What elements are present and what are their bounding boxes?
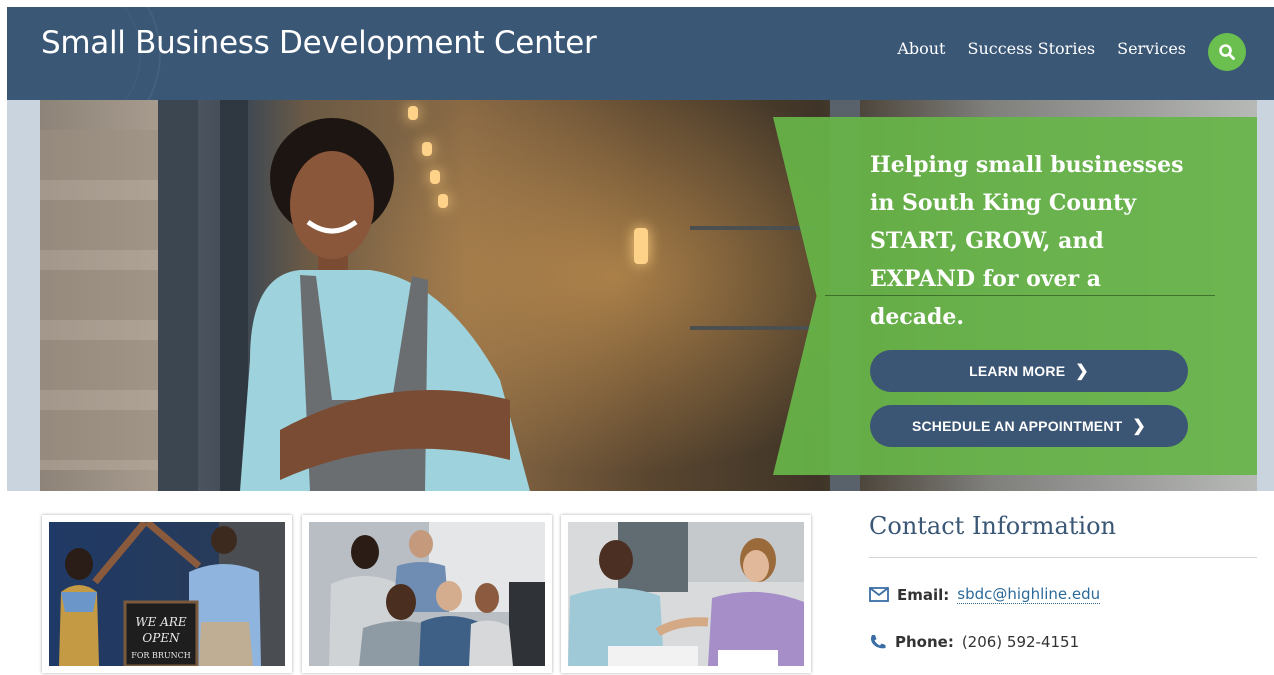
- hero-tagline: Helping small businesses in South King C…: [870, 152, 1184, 330]
- phone-value[interactable]: (206) 592-4151: [962, 633, 1079, 651]
- nav-services[interactable]: Services: [1117, 39, 1186, 58]
- contact-title: Contact Information: [869, 512, 1116, 540]
- main-nav: About Success Stories Services: [897, 39, 1186, 58]
- nav-about[interactable]: About: [897, 39, 945, 58]
- learn-more-button[interactable]: LEARN MORE ❯: [870, 350, 1188, 392]
- search-icon: [1219, 44, 1235, 60]
- chevron-right-icon: ❯: [1075, 363, 1089, 380]
- contact-email-row: Email: sbdc@highline.edu: [869, 585, 1101, 604]
- chevron-right-icon: ❯: [1132, 418, 1147, 435]
- hero-section: Helping small businesses in South King C…: [7, 100, 1274, 491]
- schedule-appointment-button[interactable]: SCHEDULE AN APPOINTMENT ❯: [870, 405, 1188, 447]
- phone-icon: [870, 635, 886, 649]
- site-header: Small Business Development Center About …: [7, 7, 1274, 100]
- photo-card-open-sign[interactable]: WE ARE OPEN FOR BRUNCH: [42, 515, 292, 673]
- envelope-icon: [869, 587, 889, 602]
- schedule-appointment-label: SCHEDULE AN APPOINTMENT: [911, 418, 1123, 434]
- site-title[interactable]: Small Business Development Center: [41, 25, 597, 61]
- photo-card-handshake[interactable]: [561, 515, 811, 673]
- svg-text:FOR BRUNCH: FOR BRUNCH: [131, 651, 190, 660]
- nav-success-stories[interactable]: Success Stories: [967, 39, 1095, 58]
- photo-card-team-computer[interactable]: [302, 515, 552, 673]
- photo-team-computer: [309, 522, 545, 666]
- contact-phone-row: Phone: (206) 592-4151: [869, 633, 1079, 651]
- svg-text:OPEN: OPEN: [142, 631, 180, 645]
- email-label: Email:: [897, 585, 950, 604]
- phone-label: Phone:: [895, 633, 954, 651]
- email-link[interactable]: sbdc@highline.edu: [957, 585, 1101, 604]
- photo-open-sign: WE ARE OPEN FOR BRUNCH: [49, 522, 285, 666]
- search-button[interactable]: [1208, 33, 1246, 71]
- barista-figure: [240, 118, 530, 491]
- divider: [869, 557, 1257, 558]
- photo-handshake: [568, 522, 804, 666]
- open-sign-text: WE ARE: [135, 615, 187, 629]
- learn-more-label: LEARN MORE: [969, 363, 1066, 379]
